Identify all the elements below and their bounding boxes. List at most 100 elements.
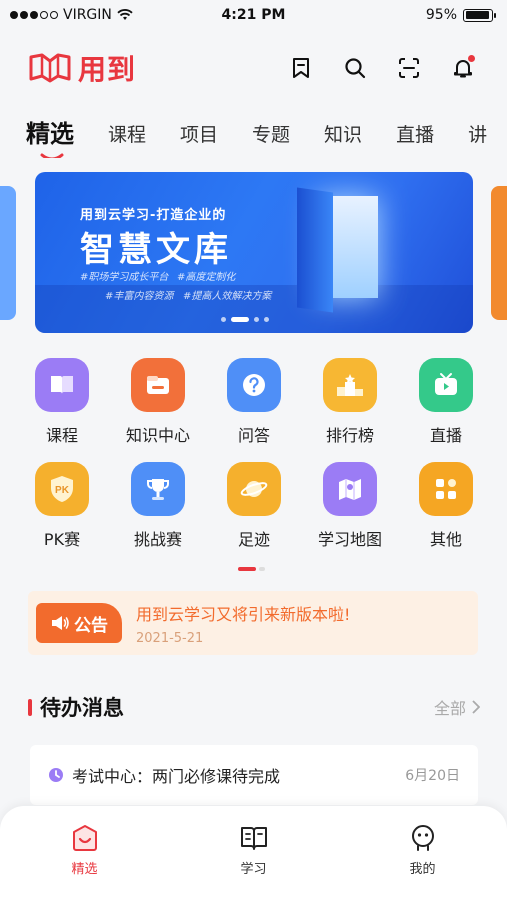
book-icon (35, 358, 89, 412)
tab-knowledge[interactable]: 知识 (324, 108, 362, 147)
grid-label: 直播 (429, 426, 462, 445)
pk-shield-icon: PK (35, 462, 89, 516)
trophy-icon (131, 462, 185, 516)
todo-section-header: 待办消息 全部 (28, 692, 480, 722)
section-accent-bar (28, 698, 32, 716)
feature-grid: 课程 知识中心 问答 排行榜 直播 PK PK赛 挑战赛 足迹 学习地图 其他 (14, 358, 494, 550)
nav-me[interactable]: 我的 (373, 824, 473, 900)
nav-label: 我的 (409, 862, 436, 877)
status-left: VIRGIN (10, 7, 133, 23)
notification-bell-icon[interactable] (447, 52, 479, 84)
page-indicator-active (238, 567, 256, 571)
app-header: 用到 (0, 40, 507, 96)
home-icon (72, 825, 97, 851)
announcement-date: 2021-5-21 (136, 630, 204, 646)
bookmark-icon[interactable] (285, 52, 317, 84)
grid-label: 知识中心 (125, 426, 190, 445)
announcement-text: 用到云学习又将引来新版本啦! (136, 604, 351, 624)
tab-more[interactable]: 讲 (468, 108, 487, 147)
svg-text:PK: PK (55, 485, 70, 496)
grid-item-live[interactable]: 直播 (398, 358, 494, 446)
carousel-dot[interactable] (254, 317, 259, 322)
scan-icon[interactable] (393, 52, 425, 84)
todo-item-date: 6月20日 (405, 768, 460, 784)
grid-item-courses[interactable]: 课程 (14, 358, 110, 446)
open-book-logo-icon (29, 53, 71, 83)
tab-live[interactable]: 直播 (396, 108, 434, 147)
announcement-body: 用到云学习又将引来新版本啦! 2021-5-21 (136, 601, 350, 646)
grid-item-qa[interactable]: 问答 (206, 358, 302, 446)
nav-label: 学习 (240, 862, 267, 877)
category-tabs: 精选 课程 项目 专题 知识 直播 讲 (0, 108, 507, 158)
apps-icon (419, 462, 473, 516)
grid-item-knowledge-center[interactable]: 知识中心 (110, 358, 206, 446)
view-all-label: 全部 (433, 699, 466, 718)
banner-tag: #丰富内容资源 (105, 291, 174, 302)
banner-subtitle: 用到云学习-打造企业的 (80, 208, 227, 223)
door-panel-illustration (297, 187, 333, 313)
tab-featured[interactable]: 精选 (26, 108, 74, 158)
planet-icon (227, 462, 281, 516)
grid-label: PK赛 (43, 530, 81, 549)
view-all-link[interactable]: 全部 (434, 695, 480, 719)
banner-tag: #高度定制化 (177, 272, 236, 283)
grid-item-challenge[interactable]: 挑战赛 (110, 462, 206, 550)
carrier-name: VIRGIN (63, 7, 112, 23)
map-icon (323, 462, 377, 516)
podium-icon (323, 358, 377, 412)
nav-study[interactable]: 学习 (204, 824, 304, 900)
chevron-right-icon (472, 700, 480, 714)
megaphone-icon (52, 616, 69, 630)
todo-item[interactable]: 考试中心：两门必修课待完成 6月20日 (30, 745, 478, 805)
page-indicator (259, 567, 265, 571)
wifi-icon (117, 9, 133, 20)
grid-item-pk[interactable]: PK PK赛 (14, 462, 110, 550)
bottom-navigation: 精选 学习 我的 (0, 806, 507, 900)
previous-banner-peek[interactable] (0, 186, 16, 320)
unread-dot (468, 55, 475, 62)
profile-face-icon (411, 825, 434, 851)
banner-tag: #职场学习成长平台 (80, 272, 169, 283)
grid-item-learning-map[interactable]: 学习地图 (302, 462, 398, 550)
grid-item-footprint[interactable]: 足迹 (206, 462, 302, 550)
battery-percent: 95% (425, 7, 457, 23)
banner-title: 智慧文库 (80, 230, 232, 270)
grid-label: 问答 (237, 426, 270, 445)
open-book-icon (240, 827, 267, 850)
grid-page-indicator (238, 567, 265, 571)
header-actions (285, 52, 479, 84)
grid-label: 其他 (429, 530, 462, 549)
signal-strength-icon (10, 11, 58, 19)
tab-topics[interactable]: 专题 (252, 108, 290, 147)
active-tab-indicator (40, 153, 64, 158)
grid-label: 课程 (45, 426, 78, 445)
carousel-dot-active[interactable] (231, 317, 249, 322)
tv-icon (419, 358, 473, 412)
grid-item-leaderboard[interactable]: 排行榜 (302, 358, 398, 446)
question-icon (227, 358, 281, 412)
grid-label: 足迹 (237, 530, 270, 549)
next-banner-peek[interactable] (491, 186, 507, 320)
status-right: 95% (425, 7, 496, 23)
grid-item-others[interactable]: 其他 (398, 462, 494, 550)
tab-courses[interactable]: 课程 (108, 108, 146, 147)
banner-tag: #提高人效解决方案 (183, 291, 272, 302)
app-logo: 用到 (28, 48, 136, 88)
search-icon[interactable] (339, 52, 371, 84)
nav-label: 精选 (71, 862, 98, 877)
carousel-dot[interactable] (221, 317, 226, 322)
todo-item-text: 考试中心：两门必修课待完成 (72, 767, 281, 786)
grid-label: 挑战赛 (133, 530, 182, 549)
pending-clock-icon (49, 768, 63, 782)
carousel-dot[interactable] (264, 317, 269, 322)
grid-label: 学习地图 (317, 530, 382, 549)
tab-label: 精选 (26, 120, 74, 148)
status-bar: VIRGIN 4:21 PM 95% (0, 0, 507, 30)
nav-featured[interactable]: 精选 (35, 824, 135, 900)
announcement-badge: 公告 (36, 603, 122, 643)
grid-label: 排行榜 (325, 426, 374, 445)
promo-banner[interactable]: 用到云学习-打造企业的 智慧文库 #职场学习成长平台 #高度定制化 #丰富内容资… (35, 172, 473, 333)
tab-projects[interactable]: 项目 (180, 108, 218, 147)
app-name: 用到 (78, 53, 137, 86)
announcement-bar[interactable]: 公告 用到云学习又将引来新版本啦! 2021-5-21 (28, 591, 478, 655)
